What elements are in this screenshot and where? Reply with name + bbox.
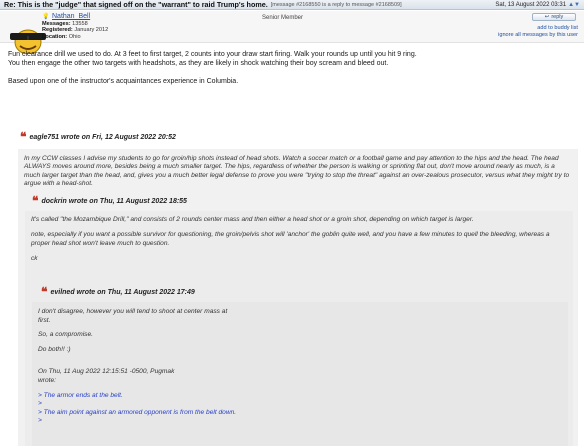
quoted-reply-line: > [38, 400, 42, 408]
message-date: Sat, 13 August 2022 03:31 [495, 1, 567, 8]
quote-signature: ck [31, 255, 38, 263]
quote-line: So, a compromise. [38, 331, 93, 339]
quote-line: I don't disagree, however you will tend … [38, 308, 228, 315]
location-label: Location: [42, 33, 68, 40]
quote-icon: ❝ [20, 130, 27, 144]
message-subject: Re: This is the "judge" that signed off … [4, 0, 268, 9]
quote-line: first. [38, 316, 51, 324]
quote-icon: ❝ [32, 194, 39, 208]
messages-label: Messages: [42, 21, 71, 27]
post-paragraph: Fun clearance drill we used to do. At 3 … [8, 50, 576, 68]
author-actions: add to buddy list ignore all messages by… [498, 25, 578, 38]
quote-author: evilned wrote on Thu, 11 August 2022 17:… [50, 289, 195, 296]
quote-block-3: I don't disagree, however you will tend … [32, 302, 568, 446]
post-line: You then engage the other two targets wi… [8, 60, 389, 68]
nav-arrows-icon[interactable]: ▲▼ [568, 2, 580, 8]
quote-text: It's called "the Mozambique Drill," and … [31, 216, 474, 223]
message-reply-meta[interactable]: [message #2168550 is a reply to message … [271, 2, 402, 8]
quote-author: eagle751 wrote on Fri, 12 August 2022 20… [29, 134, 176, 141]
location-value: Ohio [68, 33, 81, 40]
quote-header: ❝ dockrin wrote on Thu, 11 August 2022 1… [32, 194, 187, 208]
quoted-reply-line: > [38, 417, 42, 425]
quote-text: note, especially if you want a possible … [31, 231, 550, 247]
quote-header: ❝ eagle751 wrote on Fri, 12 August 2022 … [20, 130, 176, 144]
quote-header: ❝ evilned wrote on Thu, 11 August 2022 1… [41, 285, 195, 299]
messages-count: 13558 [72, 21, 88, 27]
quote-line: On Thu, 11 Aug 2022 12:15:51 -0500, Pugm… [38, 368, 175, 376]
author-rank: Senior Member [262, 15, 304, 21]
quote-line: Do both!! :) [38, 345, 71, 353]
author-info: Messages: 13558 Registered: January 2012… [42, 21, 108, 40]
quote-icon: ❝ [41, 285, 48, 299]
author-name-link[interactable]: Nathan_Bell [52, 13, 90, 20]
user-status-icon: 💡 [42, 14, 50, 20]
author-header: 💡 Nathan_Bell Messages: 13558 Registered… [0, 11, 584, 54]
add-buddy-link[interactable]: add to buddy list [498, 25, 578, 32]
registered-label: Registered: [42, 27, 73, 34]
message-title-bar: Re: This is the "judge" that signed off … [0, 0, 584, 10]
post-paragraph: Based upon one of the instructor's acqua… [8, 77, 239, 85]
registered-date: January 2012 [74, 27, 109, 34]
post-line: Fun clearance drill we used to do. At 3 … [8, 51, 417, 58]
reply-icon: ↩ [544, 14, 550, 20]
ignore-user-link[interactable]: ignore all messages by this user [498, 32, 578, 39]
reply-button[interactable]: ↩ reply [532, 13, 576, 21]
quoted-reply-line: > The aim point against an armored oppon… [38, 408, 237, 416]
quote-text: In my CCW classes I advise my students t… [24, 155, 570, 188]
quote-author: dockrin wrote on Thu, 11 August 2022 18:… [41, 198, 187, 205]
post-body: Fun clearance drill we used to do. At 3 … [8, 50, 576, 95]
quote-line: wrote: [38, 376, 56, 384]
quoted-reply-line: > The armor ends at the belt. [38, 391, 123, 399]
reply-label: reply [551, 14, 564, 20]
